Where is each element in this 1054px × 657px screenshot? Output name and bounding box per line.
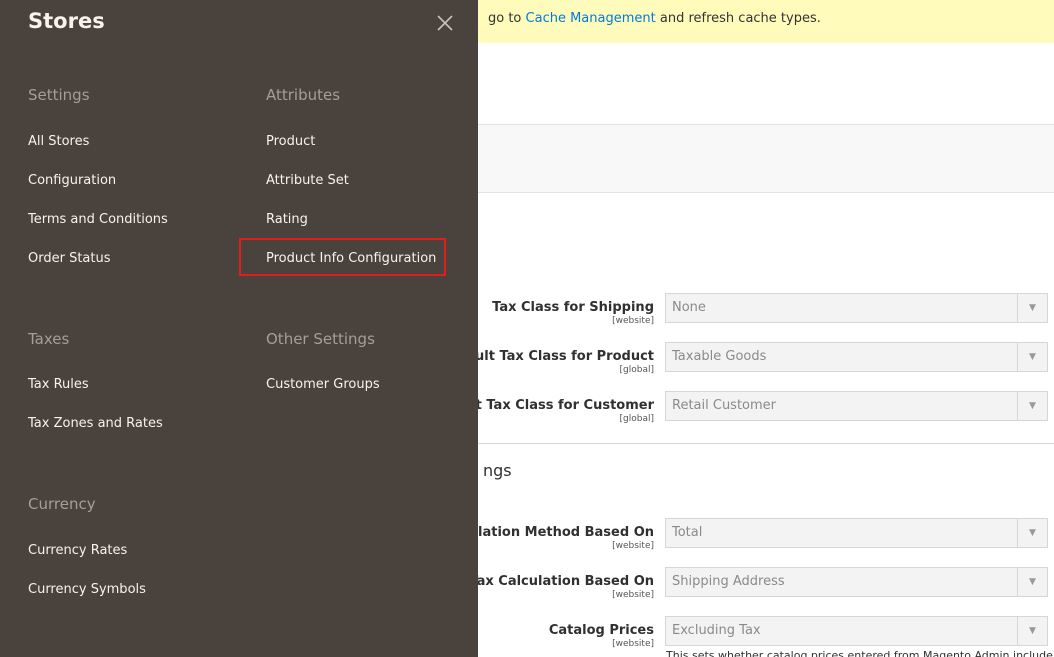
menu-item-tax-rules[interactable]: Tax Rules	[28, 376, 89, 394]
tax-calculation-based-on-select[interactable]: Shipping Address ▼	[665, 567, 1048, 597]
tax-class-shipping-select[interactable]: None ▼	[665, 293, 1048, 323]
field-label: Catalog Prices	[548, 623, 654, 638]
chevron-down-icon: ▼	[1017, 519, 1047, 547]
notice-prefix: go to	[488, 11, 526, 26]
chevron-down-icon: ▼	[1017, 392, 1047, 420]
highlight-annotation	[239, 238, 446, 276]
stores-flyout-menu: Stores Settings All Stores Configuration…	[0, 0, 478, 657]
close-icon	[437, 15, 453, 31]
menu-item-product[interactable]: Product	[266, 133, 315, 151]
menu-item-rating[interactable]: Rating	[266, 211, 308, 229]
flyout-title: Stores	[28, 9, 105, 33]
select-value: Total	[672, 525, 703, 540]
group-title-currency: Currency	[28, 495, 96, 513]
menu-item-configuration[interactable]: Configuration	[28, 172, 116, 190]
default-tax-class-customer-select[interactable]: Retail Customer ▼	[665, 391, 1048, 421]
field-scope: [website]	[612, 316, 654, 326]
field-label: Tax Calculation Based On	[469, 574, 654, 589]
select-value: None	[672, 300, 706, 315]
select-value: Retail Customer	[672, 398, 777, 413]
section-divider	[478, 443, 1054, 444]
group-title-attributes: Attributes	[266, 86, 341, 104]
menu-item-all-stores[interactable]: All Stores	[28, 133, 89, 151]
menu-item-tax-zones-and-rates[interactable]: Tax Zones and Rates	[28, 415, 163, 433]
menu-item-terms-and-conditions[interactable]: Terms and Conditions	[28, 211, 168, 229]
menu-item-customer-groups[interactable]: Customer Groups	[266, 376, 380, 394]
cache-management-link[interactable]: Cache Management	[526, 11, 656, 26]
menu-item-attribute-set[interactable]: Attribute Set	[266, 172, 349, 190]
group-title-taxes: Taxes	[28, 330, 70, 348]
default-tax-class-product-select[interactable]: Taxable Goods ▼	[665, 342, 1048, 372]
catalog-prices-select[interactable]: Excluding Tax ▼	[665, 616, 1048, 646]
close-button[interactable]	[432, 10, 458, 36]
notice-suffix: and refresh cache types.	[655, 11, 821, 26]
calculation-settings-title[interactable]: ngs	[483, 461, 512, 480]
menu-item-currency-rates[interactable]: Currency Rates	[28, 542, 127, 560]
field-scope: [website]	[612, 590, 654, 600]
chevron-down-icon: ▼	[1017, 568, 1047, 596]
select-value: Shipping Address	[672, 574, 785, 589]
chevron-down-icon: ▼	[1017, 294, 1047, 322]
field-label: Tax Class for Shipping	[492, 300, 654, 315]
group-title-other-settings: Other Settings	[266, 330, 375, 348]
group-title-settings: Settings	[28, 86, 90, 104]
chevron-down-icon: ▼	[1017, 343, 1047, 371]
select-value: Excluding Tax	[672, 623, 761, 638]
menu-item-order-status[interactable]: Order Status	[28, 250, 111, 268]
catalog-prices-note: This sets whether catalog prices entered…	[666, 649, 1054, 657]
chevron-down-icon: ▼	[1017, 617, 1047, 645]
field-scope: [website]	[612, 639, 654, 649]
calculation-method-select[interactable]: Total ▼	[665, 518, 1048, 548]
select-value: Taxable Goods	[672, 349, 767, 364]
menu-item-currency-symbols[interactable]: Currency Symbols	[28, 581, 146, 599]
